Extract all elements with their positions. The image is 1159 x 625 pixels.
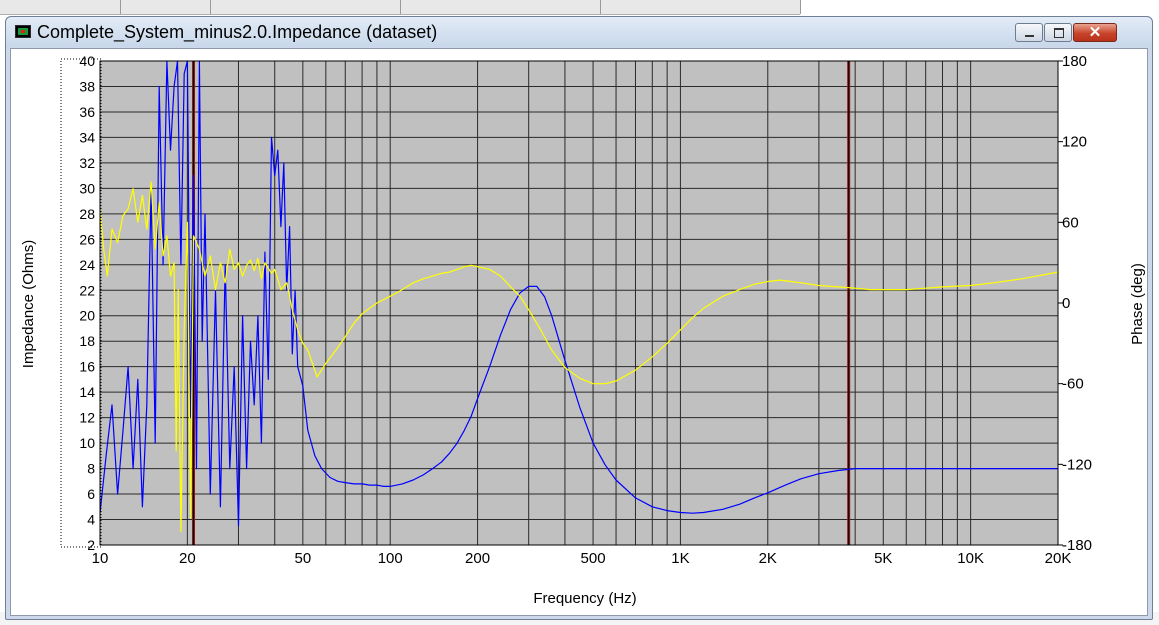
- x-tick-label: 10: [92, 550, 109, 567]
- y-left-tick-label: 40: [79, 53, 95, 69]
- x-tick-label: 5K: [874, 550, 892, 567]
- y-right-tick-label: -60: [1062, 376, 1084, 393]
- x-tick-label: 1K: [671, 550, 689, 567]
- x-tick-label: 500: [581, 550, 606, 567]
- impedance-chart: 246810121416182022242628303234363840 -18…: [20, 53, 1146, 607]
- y-right-tick-label: 60: [1062, 214, 1079, 231]
- x-tick-label: 200: [465, 550, 490, 567]
- y-right-tick-label: -120: [1062, 456, 1092, 473]
- y-left-tick-label: 24: [79, 257, 95, 273]
- y-right-tick-label: 180: [1062, 53, 1087, 70]
- y-left-tick-label: 10: [79, 435, 95, 451]
- minimize-button[interactable]: [1015, 23, 1043, 42]
- y-left-tick-label: 26: [79, 231, 95, 247]
- y-left-tick-label: 18: [79, 333, 95, 349]
- y-left-tick-label: 22: [79, 282, 95, 298]
- x-tick-label: 50: [295, 550, 312, 567]
- x-tick-label: 100: [378, 550, 403, 567]
- y-left-tick-label: 20: [79, 308, 95, 324]
- y-left-tick-label: 28: [79, 206, 95, 222]
- x-axis-title: Frequency (Hz): [533, 590, 636, 607]
- x-tick-label: 20: [179, 550, 196, 567]
- y-axis-left-title: Impedance (Ohms): [20, 240, 37, 368]
- x-tick-label: 10K: [957, 550, 984, 567]
- y-left-tick-label: 30: [79, 180, 95, 196]
- y-left-tick-label: 6: [87, 486, 95, 502]
- app-icon[interactable]: [15, 25, 31, 38]
- window-title: Complete_System_minus2.0.Impedance (data…: [37, 22, 438, 42]
- y-axis-right-title: Phase (deg): [1129, 263, 1146, 345]
- window-titlebar[interactable]: Complete_System_minus2.0.Impedance (data…: [6, 17, 1152, 47]
- y-right-tick-label: 120: [1062, 134, 1087, 151]
- chart-window: Complete_System_minus2.0.Impedance (data…: [5, 16, 1153, 620]
- y-left-tick-label: 8: [87, 461, 95, 477]
- maximize-button[interactable]: [1044, 23, 1072, 42]
- plot-background: [100, 61, 1058, 545]
- x-tick-label: 20K: [1045, 550, 1072, 567]
- y-left-tick-label: 34: [79, 129, 95, 145]
- background-window-strip: [0, 0, 801, 15]
- y-left-tick-label: 36: [79, 104, 95, 120]
- chart-area: 2 4 6 8 10 12 14 16 18 20 22 24 26 28 30 32 34 36 38 40 -18…: [10, 48, 1148, 616]
- y-left-tick-label: 32: [79, 155, 95, 171]
- close-icon: ✕: [1088, 24, 1102, 41]
- y-left-tick-label: 4: [87, 512, 95, 528]
- y-right-tick-label: 0: [1062, 295, 1070, 312]
- close-button[interactable]: ✕: [1073, 23, 1117, 42]
- y-left-tick-label: 38: [79, 78, 95, 94]
- y-left-tick-label: 12: [79, 410, 95, 426]
- x-tick-label: 2K: [759, 550, 777, 567]
- y-left-tick-label: 14: [79, 384, 95, 400]
- y-left-tick-label: 16: [79, 359, 95, 375]
